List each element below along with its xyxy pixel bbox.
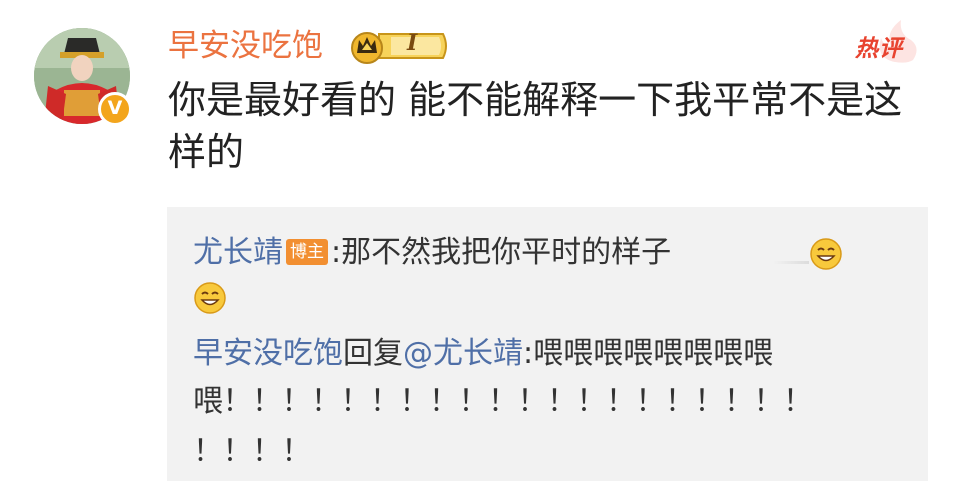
reply-mention[interactable]: @尤长靖 (403, 336, 523, 371)
host-tag: 博主 (286, 239, 328, 265)
reply-action: 回复 (343, 336, 403, 371)
member-level-text: I (407, 30, 418, 56)
reply-separator: : (331, 235, 342, 270)
grin-face-icon (194, 282, 226, 314)
reply-author[interactable]: 早安没吃饱 (193, 336, 343, 371)
divider (773, 261, 809, 264)
reply-text-continued: 喂！！！！！！！！！！！！！！！！！！！！ (193, 384, 813, 419)
verified-badge: V (98, 92, 132, 126)
comment-text: 你是最好看的 能不能解释一下我平常不是这样的 (168, 78, 903, 174)
reply-author[interactable]: 尤长靖 (193, 235, 283, 270)
reply-item[interactable]: 尤长靖 博主:那不然我把你平时的样子 (193, 233, 671, 273)
member-level-badge[interactable]: I (349, 28, 451, 64)
reply-text: 喂喂喂喂喂喂喂喂 (533, 336, 774, 371)
reply-item[interactable]: 早安没吃饱回复@尤长靖:喂喂喂喂喂喂喂喂 (193, 334, 773, 374)
reply-text: 那不然我把你平时的样子 (341, 235, 672, 270)
reply-text-continued: ！！！！ (193, 434, 312, 469)
reply-separator: : (523, 336, 534, 371)
hot-comment-label: 热评 (855, 36, 903, 62)
comment-username[interactable]: 早安没吃饱 (168, 26, 323, 66)
crown-icon (351, 32, 447, 64)
grin-face-icon (810, 238, 842, 270)
